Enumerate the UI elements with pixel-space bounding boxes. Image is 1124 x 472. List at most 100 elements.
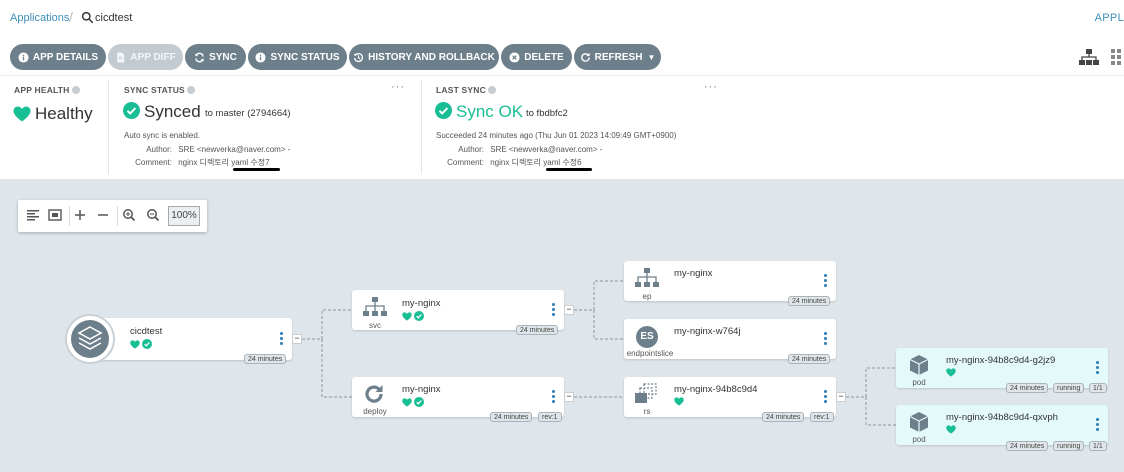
app-toolbar: APP DETAILS APP DIFF SYNC SYNC STATUS HI…	[0, 38, 1124, 76]
pod-node-name: my-nginx-94b8c9d4-qxvph	[946, 412, 1058, 423]
panel-divider	[421, 80, 422, 174]
collapse-toggle[interactable]: −	[836, 392, 846, 402]
check-circle-icon	[123, 102, 140, 119]
sync-comment-value: nginx 디렉토리 yaml 수정7	[178, 158, 270, 167]
help-icon[interactable]	[71, 86, 80, 94]
app-details-label: APP DETAILS	[32, 51, 99, 63]
app-node-status	[130, 339, 152, 349]
sync-label: SYNC	[209, 51, 237, 63]
app-diff-button[interactable]: APP DIFF	[108, 44, 183, 70]
breadcrumb-current-app[interactable]: cicdtest	[95, 12, 132, 24]
breadcrumb-applications-link[interactable]: Applications	[10, 12, 69, 24]
applications-header-link[interactable]: APPL	[1095, 12, 1124, 24]
endpoints-icon	[635, 268, 659, 287]
pod-node-menu-button[interactable]	[1096, 361, 1099, 374]
zoom-in-icon[interactable]	[122, 208, 136, 222]
last-sync-target: to fbdbfc2	[526, 108, 568, 119]
last-sync-comment-row: Comment: nginx 디렉토리 yaml 수정6	[436, 157, 582, 168]
info-icon	[255, 51, 266, 63]
check-circle-icon	[435, 102, 452, 119]
collapse-toggle[interactable]: −	[564, 392, 574, 402]
app-health-label: APP HEALTH	[14, 85, 70, 95]
auto-sync-text: Auto sync is enabled.	[124, 131, 201, 140]
last-sync-label: LAST SYNC	[436, 85, 486, 95]
plus-icon[interactable]	[73, 208, 87, 222]
refresh-icon	[580, 52, 590, 62]
svc-age-tag: 24 minutes	[516, 325, 559, 335]
history-rollback-button[interactable]: HISTORY AND ROLLBACK	[349, 44, 499, 70]
heart-icon	[674, 397, 684, 406]
zoom-level-display[interactable]: 100%	[168, 206, 200, 226]
deploy-kind-label: deploy	[363, 407, 387, 416]
ep-kind-label: ep	[642, 292, 652, 301]
app-details-button[interactable]: APP DETAILS	[10, 44, 106, 70]
heart-icon	[946, 368, 956, 377]
heart-icon	[130, 339, 140, 349]
endpointslice-node-menu-button[interactable]	[824, 332, 827, 345]
ep-node-name: my-nginx	[674, 268, 713, 279]
check-circle-icon	[414, 397, 424, 407]
pod-kind-label: pod	[912, 378, 926, 387]
annotation-underline	[233, 168, 280, 171]
sync-comment-row: Comment: nginx 디렉토리 yaml 수정7	[124, 157, 270, 168]
pod-age-tag: 24 minutes	[1006, 383, 1049, 393]
sync-status-heading: SYNC STATUS	[124, 85, 195, 95]
pod-ready-tag: 1/1	[1089, 383, 1107, 393]
author-key: Author:	[458, 145, 484, 154]
comment-key: Comment:	[447, 158, 484, 167]
deploy-node-status	[402, 397, 424, 407]
pod-status-tag: running	[1053, 441, 1085, 451]
graph-zoom-toolbar: 100%	[18, 200, 207, 232]
deploy-node-menu-button[interactable]	[552, 390, 555, 403]
sync-icon	[195, 52, 204, 62]
pod-age-tag: 24 minutes	[1006, 441, 1049, 451]
caret-down-icon[interactable]: ▼	[647, 53, 655, 62]
deployment-icon	[365, 385, 383, 403]
delete-button[interactable]: DELETE	[501, 44, 572, 70]
collapse-toggle[interactable]: −	[564, 305, 574, 315]
annotation-underline	[546, 168, 592, 171]
search-icon[interactable]	[81, 11, 94, 24]
refresh-button[interactable]: REFRESH ▼	[574, 44, 661, 70]
last-sync-value: Sync OK	[456, 102, 524, 121]
grid-view-icon[interactable]	[1110, 48, 1124, 66]
rs-node-menu-button[interactable]	[824, 390, 827, 403]
sync-status-label: SYNC STATUS	[124, 85, 185, 95]
heart-icon	[13, 106, 31, 122]
sync-status-target: to master (2794664)	[205, 108, 291, 119]
pod-status-tag: running	[1053, 383, 1085, 393]
last-sync-more-button[interactable]: ···	[704, 81, 718, 93]
sync-status-button[interactable]: SYNC STATUS	[248, 44, 347, 70]
svc-kind-label: svc	[369, 321, 381, 330]
history-icon	[353, 52, 364, 62]
ep-node-menu-button[interactable]	[824, 274, 827, 287]
network-icon	[363, 297, 387, 316]
minus-icon[interactable]	[96, 208, 110, 222]
pod-ready-tag: 1/1	[1089, 441, 1107, 451]
help-icon[interactable]	[186, 86, 195, 94]
sync-status-more-button[interactable]: ···	[391, 81, 405, 93]
help-icon[interactable]	[487, 86, 496, 94]
app-node-menu-button[interactable]	[280, 332, 283, 345]
rs-node-status	[674, 397, 684, 406]
history-rollback-label: HISTORY AND ROLLBACK	[368, 51, 495, 63]
app-node-age-tag: 24 minutes	[244, 354, 287, 364]
pod-cube-icon	[909, 412, 929, 432]
last-sync-comment-value: nginx 디렉토리 yaml 수정6	[490, 158, 582, 167]
sync-button[interactable]: SYNC	[185, 44, 246, 70]
sync-status-value: Synced	[144, 102, 201, 121]
pod-node-menu-button[interactable]	[1096, 418, 1099, 431]
rs-age-tag: 24 minutes	[762, 412, 805, 422]
align-left-icon[interactable]	[26, 208, 40, 222]
heart-icon	[402, 311, 412, 321]
heart-icon	[402, 397, 412, 407]
fit-screen-icon[interactable]	[48, 208, 62, 222]
zoom-out-icon[interactable]	[146, 208, 160, 222]
tree-view-icon[interactable]	[1078, 48, 1100, 66]
deploy-node-name: my-nginx	[402, 384, 441, 395]
pod-cube-icon	[909, 355, 929, 375]
collapse-toggle[interactable]: −	[292, 334, 302, 344]
endpointslice-node-name: my-nginx-w764j	[674, 326, 741, 337]
svc-node-menu-button[interactable]	[552, 303, 555, 316]
breadcrumb-separator: /	[69, 9, 73, 25]
